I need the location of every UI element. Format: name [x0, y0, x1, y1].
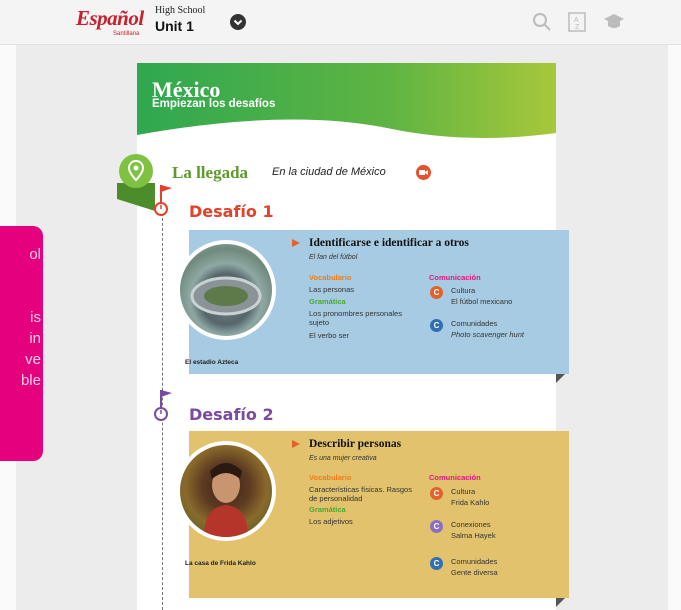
section-subtitle: En la ciudad de México — [272, 166, 386, 178]
bullet-arrow-icon — [292, 440, 300, 448]
comm-item-label: Cultura — [451, 286, 476, 295]
photo-caption: El estadio Azteca — [185, 359, 239, 366]
gram-item: Los pronombres personales sujeto — [309, 309, 402, 327]
level-label: High School — [155, 5, 206, 16]
comm-item-label: Comunidades — [451, 557, 498, 566]
comunidades-icon: C — [430, 557, 443, 570]
comm-label: Comunicación — [429, 473, 481, 482]
page-fold-corner — [556, 374, 565, 383]
bullet-arrow-icon — [292, 239, 300, 247]
book-page: México Empiezan los desafíos La llegada … — [117, 63, 569, 610]
top-bar: Español Santillana High School Unit 1 AZ — [0, 0, 681, 45]
graduation-cap-icon[interactable] — [603, 11, 625, 33]
page-subtitle: Empiezan los desafíos — [152, 98, 276, 110]
desafio-2-card[interactable]: La casa de Frida Kahlo Describir persona… — [176, 431, 569, 598]
flag-stopwatch-icon — [154, 390, 172, 421]
logo[interactable]: Español — [76, 6, 144, 31]
vocab-label: Vocabulario — [309, 473, 352, 482]
cultura-icon: C — [430, 286, 443, 299]
section-title: La llegada — [172, 163, 249, 182]
gram-item-text: El verbo ser — [309, 331, 350, 340]
vocab-item: Características físicas. Rasgos de perso… — [309, 485, 412, 503]
comunidades-icon: C — [430, 319, 443, 332]
stadium-photo — [176, 240, 276, 340]
svg-text:Z: Z — [575, 24, 580, 31]
gram-item: Los adjetivos — [309, 517, 353, 526]
right-margin — [668, 45, 681, 610]
unit-label: Unit 1 — [155, 18, 194, 34]
tooltip-line: in — [29, 330, 41, 347]
comm-item-value: Photo scavenger hunt — [451, 330, 524, 339]
page-fold-corner — [556, 598, 565, 607]
desafio-1-title[interactable]: Desafío 1 — [189, 202, 274, 221]
gram-label: Gramática — [309, 297, 346, 306]
tooltip-line: ble — [20, 372, 41, 389]
card-heading: Describir personas — [309, 438, 402, 450]
flag-stopwatch-icon — [154, 185, 172, 216]
vocab-item: Las personas — [309, 285, 355, 294]
comm-item-label: Cultura — [451, 487, 476, 496]
photo-caption: La casa de Frida Kahlo — [185, 560, 256, 567]
chevron-down-icon[interactable] — [230, 14, 246, 30]
cultura-icon: C — [430, 487, 443, 500]
tooltip-line: ve — [25, 351, 41, 368]
desafio-2-title[interactable]: Desafío 2 — [189, 405, 274, 424]
comm-item-value: Frida Kahlo — [451, 498, 490, 507]
comm-item-value: Salma Hayek — [451, 531, 496, 540]
comm-item-value: El fútbol mexicano — [451, 297, 513, 306]
comm-item-label: Conexiones — [451, 520, 491, 529]
gram-label: Gramática — [309, 505, 346, 514]
vocab-label: Vocabulario — [309, 273, 352, 282]
card-heading: Identificarse e identificar a otros — [309, 237, 469, 249]
comm-item-value: Gente diversa — [451, 568, 498, 577]
gram-item: El verbo ser — [309, 331, 414, 340]
logo-subtitle: Santillana — [113, 31, 140, 37]
help-tooltip: ol is in ve ble — [0, 226, 43, 461]
tooltip-line: ol — [29, 246, 41, 263]
desafio-1-card[interactable]: El estadio Azteca Identificarse e identi… — [176, 230, 569, 374]
conexiones-icon: C — [430, 520, 443, 533]
comm-item-label: Comunidades — [451, 319, 498, 328]
frida-portrait-photo — [176, 441, 276, 541]
search-icon[interactable] — [531, 11, 553, 33]
card-italic-subtitle: El fan del fútbol — [309, 254, 358, 261]
glossary-icon[interactable]: AZ — [567, 11, 589, 33]
tooltip-line: is — [30, 309, 41, 326]
comm-label: Comunicación — [429, 273, 481, 282]
video-camera-icon[interactable] — [416, 165, 431, 180]
card-italic-subtitle: Es una mujer creativa — [309, 455, 377, 462]
svg-text:A: A — [574, 17, 579, 24]
